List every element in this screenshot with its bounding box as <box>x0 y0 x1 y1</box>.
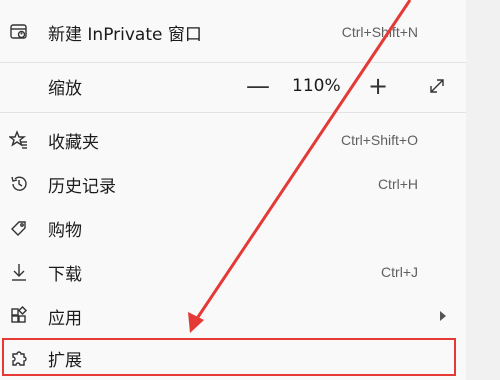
fullscreen-icon[interactable] <box>426 75 448 97</box>
browser-menu: 新建 InPrivate 窗口 Ctrl+Shift+N 缩放 — 110% + <box>0 0 466 380</box>
zoom-out-button[interactable]: — <box>244 72 272 100</box>
menu-divider <box>0 112 466 113</box>
menu-item-zoom: 缩放 — 110% + <box>0 64 466 108</box>
apps-icon <box>8 305 30 327</box>
annotation-highlight-box <box>2 338 456 376</box>
zoom-value: 110% <box>292 76 341 96</box>
menu-item-label: 历史记录 <box>48 176 116 197</box>
menu-item-apps[interactable]: 应用 <box>0 294 466 338</box>
menu-item-shortcut: Ctrl+Shift+O <box>340 132 418 148</box>
menu-item-shortcut: Ctrl+H <box>377 176 418 192</box>
page-background-edge <box>466 0 500 380</box>
menu-item-label: 新建 InPrivate 窗口 <box>48 24 202 45</box>
menu-item-label: 下载 <box>48 264 82 285</box>
menu-divider <box>0 62 466 63</box>
chevron-right-icon <box>440 311 446 321</box>
menu-item-shortcut: Ctrl+J <box>381 264 418 280</box>
menu-item-inprivate[interactable]: 新建 InPrivate 窗口 Ctrl+Shift+N <box>0 10 466 54</box>
shopping-tag-icon <box>8 217 30 239</box>
zoom-label: 缩放 <box>48 78 82 99</box>
menu-item-favorites[interactable]: 收藏夹 Ctrl+Shift+O <box>0 118 466 162</box>
menu-item-downloads[interactable]: 下载 Ctrl+J <box>0 250 466 294</box>
favorites-icon <box>8 129 30 151</box>
download-icon <box>8 261 30 283</box>
history-icon <box>8 173 30 195</box>
menu-item-shortcut: Ctrl+Shift+N <box>341 24 418 40</box>
menu-item-label: 购物 <box>48 220 82 241</box>
menu-item-shopping[interactable]: 购物 <box>0 206 466 250</box>
menu-item-label: 应用 <box>48 308 82 329</box>
menu-item-history[interactable]: 历史记录 Ctrl+H <box>0 162 466 206</box>
menu-item-label: 收藏夹 <box>48 132 99 153</box>
inprivate-window-icon <box>8 21 30 43</box>
zoom-in-button[interactable]: + <box>364 72 392 100</box>
